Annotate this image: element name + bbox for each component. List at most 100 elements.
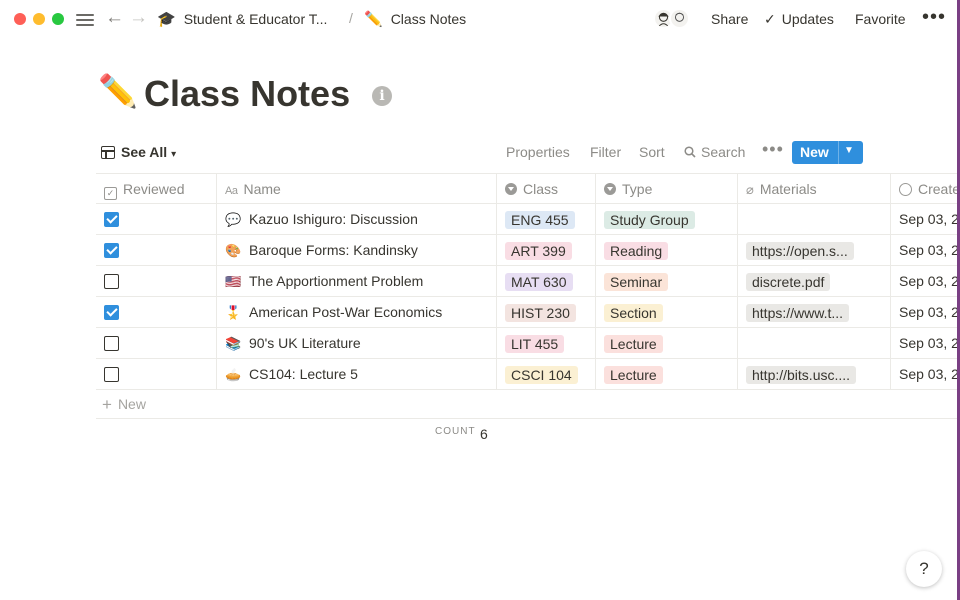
minimize-window-button[interactable] [33, 13, 45, 25]
more-options-icon[interactable]: ••• [922, 6, 946, 29]
view-more-icon[interactable]: ••• [762, 139, 784, 160]
select-property-icon [604, 183, 616, 195]
page-icon[interactable]: ✏️ [98, 72, 138, 110]
column-header-class[interactable]: Class [497, 174, 596, 205]
column-header-type[interactable]: Type [596, 174, 738, 205]
row-name: 90's UK Literature [249, 335, 361, 351]
checkbox-property-icon: ✓ [104, 187, 117, 200]
top-bar: ← → 🎓 Student & Educator T... / ✏️ Class N… [0, 0, 957, 38]
name-cell[interactable]: 🇺🇸 The Apportionment Problem [217, 266, 497, 297]
new-record-button[interactable]: New ▼ [792, 141, 863, 164]
app-window: ← → 🎓 Student & Educator T... / ✏️ Class N… [0, 0, 960, 600]
column-header-name[interactable]: Aa Name [217, 174, 497, 205]
class-tag: CSCI 104 [505, 366, 578, 384]
name-cell[interactable]: 🎨 Baroque Forms: Kandinsky [217, 235, 497, 266]
chevron-down-icon[interactable]: ▼ [844, 145, 854, 156]
type-cell[interactable]: Lecture [596, 359, 738, 390]
class-cell[interactable]: ENG 455 [497, 204, 596, 235]
page-title[interactable]: Class Notes [144, 73, 350, 115]
chevron-down-icon: ▾ [171, 149, 177, 160]
reviewed-cell [96, 235, 217, 266]
materials-cell[interactable]: https://www.t... [738, 297, 891, 328]
name-cell[interactable]: 🎖️ American Post-War Economics [217, 297, 497, 328]
forward-arrow-icon[interactable]: → [129, 7, 148, 29]
view-selector-button[interactable]: See All ▾ [101, 144, 176, 160]
plus-icon: + [102, 395, 112, 414]
updates-button[interactable]: ✓ Updates [764, 11, 834, 28]
count-value: 6 [480, 426, 488, 442]
name-cell[interactable]: 📚 90's UK Literature [217, 328, 497, 359]
materials-link[interactable]: discrete.pdf [746, 273, 831, 291]
row-emoji-icon: 🥧 [225, 367, 242, 382]
reviewed-checkbox[interactable] [104, 305, 119, 320]
column-header-materials[interactable]: ⌀ Materials [738, 174, 891, 205]
help-button[interactable]: ? [906, 551, 942, 587]
reviewed-checkbox[interactable] [104, 367, 119, 382]
table-row[interactable]: 🎨 Baroque Forms: Kandinsky ART 399 Reading h… [96, 235, 957, 266]
name-cell[interactable]: 🥧 CS104: Lecture 5 [217, 359, 497, 390]
reviewed-checkbox[interactable] [104, 212, 119, 227]
materials-cell[interactable]: discrete.pdf [738, 266, 891, 297]
class-tag: ART 399 [505, 242, 572, 260]
column-label: Reviewed [123, 181, 185, 197]
class-cell[interactable]: LIT 455 [497, 328, 596, 359]
column-label: Name [243, 181, 281, 197]
column-header-reviewed[interactable]: ✓ Reviewed [96, 174, 217, 205]
materials-link[interactable]: https://www.t... [746, 304, 850, 322]
reviewed-checkbox[interactable] [104, 336, 119, 351]
properties-button[interactable]: Properties [506, 144, 570, 160]
new-button-label: New [800, 144, 829, 160]
materials-cell[interactable]: http://bits.usc.... [738, 359, 891, 390]
table-row[interactable]: 📚 90's UK Literature LIT 455 Lecture Sep 03,… [96, 328, 957, 359]
type-cell[interactable]: Lecture [596, 328, 738, 359]
pencil-icon: ✏️ [364, 11, 383, 28]
materials-cell[interactable] [738, 204, 891, 235]
row-name: The Apportionment Problem [249, 273, 424, 289]
search-button[interactable]: Search [684, 144, 745, 160]
sidebar-toggle-icon[interactable] [76, 11, 94, 27]
type-cell[interactable]: Study Group [596, 204, 738, 235]
class-cell[interactable]: CSCI 104 [497, 359, 596, 390]
class-tag: LIT 455 [505, 335, 565, 353]
add-row-button[interactable]: + New [96, 390, 957, 419]
filter-button[interactable]: Filter [590, 144, 621, 160]
name-cell[interactable]: 💬 Kazuo Ishiguro: Discussion [217, 204, 497, 235]
class-tag: HIST 230 [505, 304, 576, 322]
materials-cell[interactable] [738, 328, 891, 359]
class-cell[interactable]: ART 399 [497, 235, 596, 266]
breadcrumb-workspace[interactable]: 🎓 Student & Educator T... [157, 10, 327, 28]
breadcrumb-current-page[interactable]: ✏️ Class Notes [364, 10, 466, 28]
type-cell[interactable]: Section [596, 297, 738, 328]
column-label: Create [918, 181, 960, 197]
row-emoji-icon: 🎨 [225, 243, 242, 258]
close-window-button[interactable] [14, 13, 26, 25]
favorite-button[interactable]: Favorite [855, 11, 906, 27]
reviewed-checkbox[interactable] [104, 243, 119, 258]
reviewed-cell [96, 204, 217, 235]
count-label: COUNT [435, 426, 476, 437]
class-cell[interactable]: HIST 230 [497, 297, 596, 328]
breadcrumb-current-label: Class Notes [390, 11, 467, 27]
type-tag: Section [604, 304, 663, 322]
type-cell[interactable]: Seminar [596, 266, 738, 297]
collaborator-avatars[interactable] [653, 8, 693, 30]
share-button[interactable]: Share [711, 11, 748, 27]
class-cell[interactable]: MAT 630 [497, 266, 596, 297]
materials-link[interactable]: http://bits.usc.... [746, 366, 857, 384]
materials-cell[interactable]: https://open.s... [738, 235, 891, 266]
row-name: Baroque Forms: Kandinsky [249, 242, 418, 258]
type-tag: Study Group [604, 211, 695, 229]
table-row[interactable]: 🥧 CS104: Lecture 5 CSCI 104 Lecture http://b… [96, 359, 957, 390]
sort-button[interactable]: Sort [639, 144, 665, 160]
type-cell[interactable]: Reading [596, 235, 738, 266]
info-icon[interactable]: i [372, 86, 392, 106]
table-row[interactable]: 💬 Kazuo Ishiguro: Discussion ENG 455 Study … [96, 204, 957, 235]
maximize-window-button[interactable] [52, 13, 64, 25]
table-row[interactable]: 🎖️ American Post-War Economics HIST 230 Sec… [96, 297, 957, 328]
table-row[interactable]: 🇺🇸 The Apportionment Problem MAT 630 Semina… [96, 266, 957, 297]
row-emoji-icon: 🇺🇸 [225, 274, 242, 289]
back-arrow-icon[interactable]: ← [105, 7, 124, 29]
column-header-created[interactable]: Create [891, 174, 960, 205]
materials-link[interactable]: https://open.s... [746, 242, 854, 260]
reviewed-checkbox[interactable] [104, 274, 119, 289]
